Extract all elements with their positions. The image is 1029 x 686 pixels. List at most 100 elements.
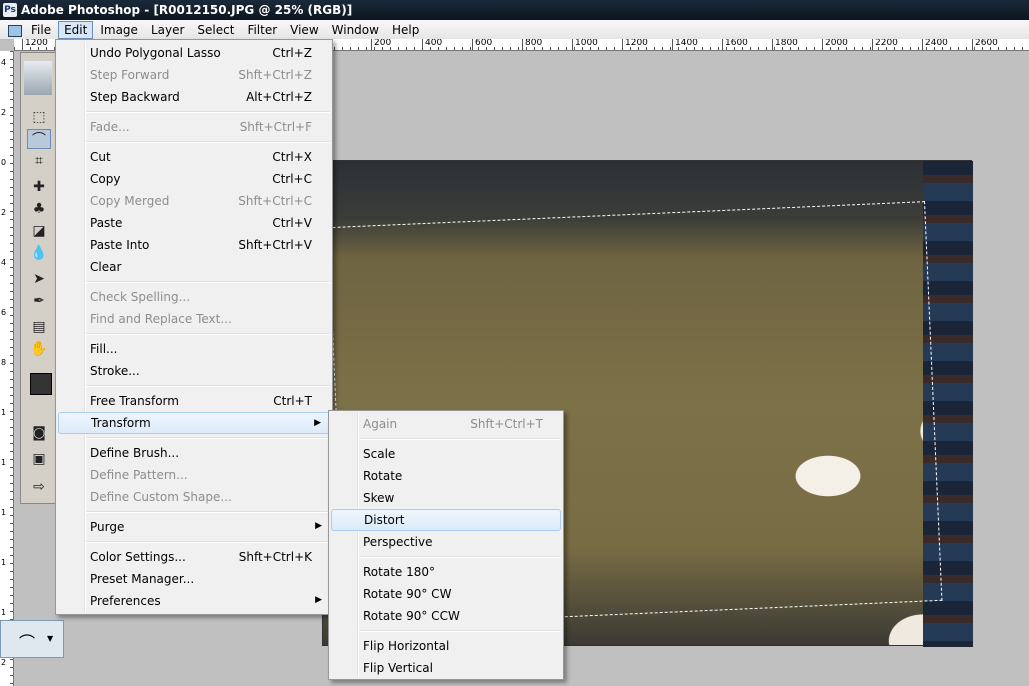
menu-bar: File Edit Image Layer Select Filter View… — [0, 20, 1029, 40]
menu-separator — [86, 111, 330, 113]
ruler-label: 600 — [472, 39, 492, 50]
menu-item-step-backward[interactable]: Step Backward Alt+Ctrl+Z — [58, 86, 330, 108]
ruler-label: 8 — [1, 358, 7, 367]
menu-item-clear[interactable]: Clear — [58, 256, 330, 278]
menu-separator — [86, 141, 330, 143]
ruler-label: 400 — [422, 39, 442, 50]
chevron-down-icon[interactable]: ▼ — [47, 634, 53, 643]
document-icon[interactable] — [6, 22, 22, 38]
menu-item-check-spelling: Check Spelling... — [90, 290, 191, 304]
ruler-label: 6 — [1, 308, 7, 317]
menu-item-copy-merged: Copy Merged Shft+Ctrl+C — [90, 194, 312, 208]
lasso-tool-icon[interactable]: ⌒ — [27, 129, 51, 149]
ruler-label: 1200 — [622, 39, 648, 50]
menu-window[interactable]: Window — [326, 21, 385, 39]
menu-layer[interactable]: Layer — [145, 21, 190, 39]
ruler-label: 2 — [1, 658, 7, 667]
tools-header-image — [24, 61, 52, 95]
menu-item-copy[interactable]: Copy Ctrl+C — [58, 168, 330, 190]
menu-item-paste-into[interactable]: Paste Into Shft+Ctrl+V — [58, 234, 330, 256]
menu-item-rotate-180[interactable]: Rotate 180° — [331, 561, 561, 583]
menu-select[interactable]: Select — [191, 21, 240, 39]
photoshop-icon[interactable]: Ps — [3, 3, 17, 17]
ruler-label: 2 — [1, 108, 7, 117]
ruler-label: 200 — [371, 39, 391, 50]
menu-item-rotate-90-cw[interactable]: Rotate 90° CW — [331, 583, 561, 605]
menu-item-scale[interactable]: Scale — [331, 443, 561, 465]
menu-item-rotate-90-ccw[interactable]: Rotate 90° CCW — [331, 605, 561, 627]
menu-item-skew[interactable]: Skew — [331, 487, 561, 509]
menu-item-rotate[interactable]: Rotate — [331, 465, 561, 487]
ruler-label: 4 — [1, 58, 7, 67]
ruler-label: 1 — [1, 608, 7, 617]
ruler-label: 1600 — [722, 39, 748, 50]
menu-item-fill[interactable]: Fill... — [58, 338, 330, 360]
menu-item-free-transform[interactable]: Free Transform Ctrl+T — [58, 390, 330, 412]
notes-tool-icon[interactable]: ▤ — [27, 317, 51, 337]
menu-file[interactable]: File — [25, 21, 57, 39]
menu-image[interactable]: Image — [94, 21, 144, 39]
lasso-preset-icon: ⌒ — [19, 633, 36, 652]
blur-tool-icon[interactable]: 💧 — [27, 243, 51, 263]
foreground-color-swatch[interactable] — [30, 373, 52, 395]
menu-item-purge[interactable]: Purge ▶ — [58, 516, 330, 538]
ruler-label: 1 — [1, 408, 7, 417]
ruler-label: 4 — [1, 258, 7, 267]
menu-item-preferences[interactable]: Preferences ▶ — [58, 590, 330, 612]
hand-tool-icon[interactable]: ✋ — [27, 339, 51, 359]
tools-panel: ⬚ ⌒ ⌗ ✚ ♣ ◪ 💧 ➤ ✒ ▤ ✋ ◙ ▣ ⇨ — [20, 52, 57, 504]
ruler-label: 1 — [1, 558, 7, 567]
ruler-label: 1000 — [572, 39, 598, 50]
menu-item-define-custom-shape: Define Custom Shape... — [90, 490, 232, 504]
menu-separator — [86, 541, 330, 543]
menu-item-find-replace: Find and Replace Text... — [90, 312, 232, 326]
menu-separator — [86, 333, 330, 335]
healing-brush-icon[interactable]: ✚ — [27, 177, 51, 197]
submenu-arrow-icon: ▶ — [315, 595, 322, 605]
ruler-label: 1800 — [772, 39, 798, 50]
menu-item-perspective[interactable]: Perspective — [331, 531, 561, 553]
menu-item-distort[interactable]: Distort — [331, 509, 561, 531]
menu-separator — [86, 281, 330, 283]
menu-separator — [86, 385, 330, 387]
menu-item-paste[interactable]: Paste Ctrl+V — [58, 212, 330, 234]
tool-preset-picker[interactable]: ⌒ ▼ — [0, 620, 64, 658]
menu-item-transform[interactable]: Transform ▶ — [58, 412, 330, 434]
pen-tool-icon[interactable]: ✒ — [27, 291, 51, 311]
menu-separator — [359, 630, 561, 632]
menu-item-stroke[interactable]: Stroke... — [58, 360, 330, 382]
eraser-tool-icon[interactable]: ◪ — [27, 221, 51, 241]
crop-tool-icon[interactable]: ⌗ — [27, 151, 51, 171]
screen-mode-icon[interactable]: ▣ — [27, 449, 51, 469]
transform-submenu: Again Shft+Ctrl+T Scale Rotate Skew Disto… — [328, 410, 564, 680]
window-title: Adobe Photoshop - [R0012150.JPG @ 25% (R… — [21, 3, 353, 17]
clone-stamp-icon[interactable]: ♣ — [27, 199, 51, 219]
ruler-label: 2000 — [822, 39, 848, 50]
menu-item-define-pattern: Define Pattern... — [90, 468, 188, 482]
menu-edit[interactable]: Edit — [58, 20, 94, 39]
menu-item-undo[interactable]: Undo Polygonal Lasso Ctrl+Z — [58, 42, 330, 64]
menu-help[interactable]: Help — [386, 21, 425, 39]
menu-item-flip-horizontal[interactable]: Flip Horizontal — [331, 635, 561, 657]
menu-item-preset-manager[interactable]: Preset Manager... — [58, 568, 330, 590]
menu-item-cut[interactable]: Cut Ctrl+X — [58, 146, 330, 168]
ruler-label: 2 — [1, 208, 7, 217]
path-selection-icon[interactable]: ➤ — [27, 269, 51, 289]
menu-separator — [86, 511, 330, 513]
ruler-label: 2400 — [922, 39, 948, 50]
menu-item-again: Again Shft+Ctrl+T — [363, 417, 543, 431]
quick-mask-icon[interactable]: ◙ — [27, 423, 51, 443]
ruler-label: 1400 — [672, 39, 698, 50]
window-title-bar: Ps Adobe Photoshop - [R0012150.JPG @ 25%… — [0, 0, 1029, 20]
marquee-tool-icon[interactable]: ⬚ — [27, 107, 51, 127]
menu-item-define-brush[interactable]: Define Brush... — [58, 442, 330, 464]
vertical-ruler[interactable]: 4 2 0 2 4 6 8 1 1 1 1 1 2 — [0, 51, 14, 686]
menu-item-step-forward: Step Forward Shft+Ctrl+Z — [90, 68, 312, 82]
menu-item-flip-vertical[interactable]: Flip Vertical — [331, 657, 561, 679]
ruler-label: 2600 — [972, 39, 998, 50]
menu-view[interactable]: View — [284, 21, 324, 39]
ruler-label: 1 — [1, 508, 7, 517]
menu-filter[interactable]: Filter — [241, 21, 283, 39]
menu-item-color-settings[interactable]: Color Settings... Shft+Ctrl+K — [58, 546, 330, 568]
jump-to-imageready-icon[interactable]: ⇨ — [27, 477, 51, 497]
